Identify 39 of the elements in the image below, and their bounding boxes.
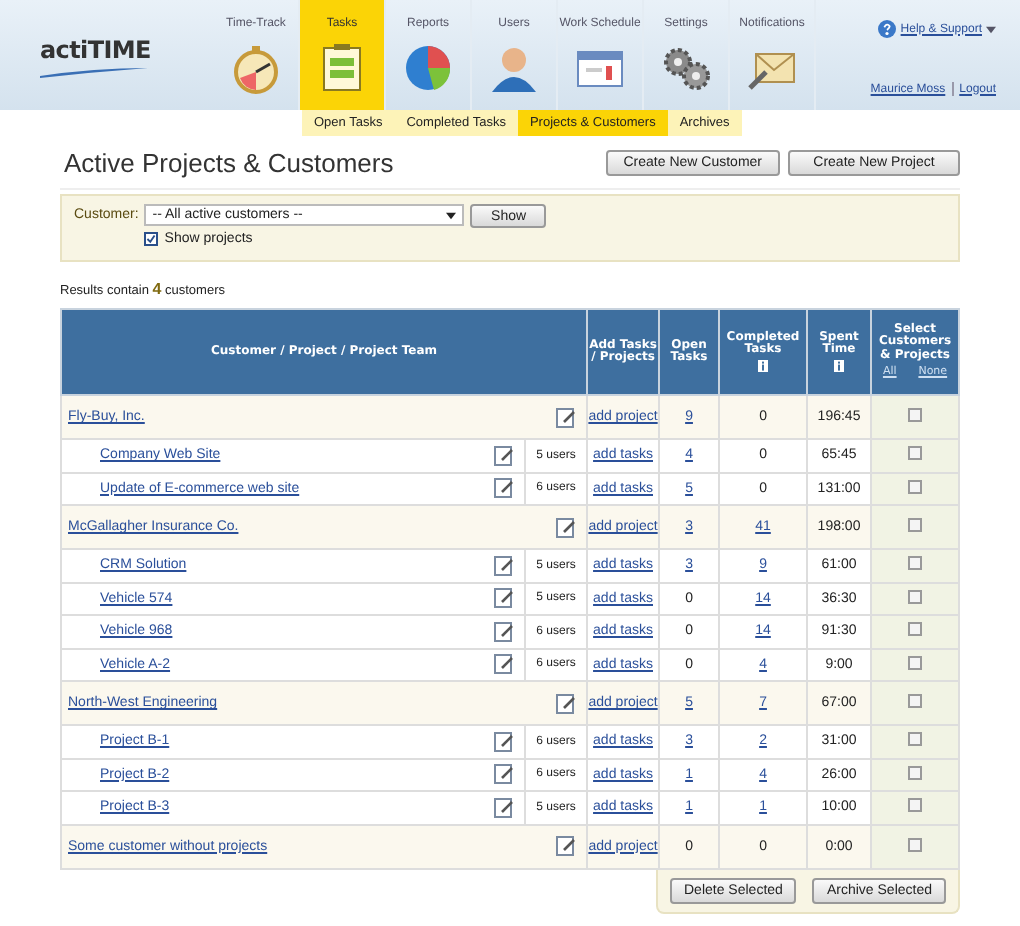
caret-icon xyxy=(986,25,996,33)
row-checkbox[interactable] xyxy=(908,479,923,494)
row-checkbox[interactable] xyxy=(908,446,923,461)
page-title: Active Projects & Customers xyxy=(62,147,394,177)
edit-icon[interactable] xyxy=(494,478,514,499)
edit-icon[interactable] xyxy=(494,764,514,785)
help-icon xyxy=(878,20,897,38)
row-checkbox[interactable] xyxy=(908,622,923,637)
row-checkbox[interactable] xyxy=(908,694,923,708)
edit-icon[interactable] xyxy=(494,654,514,675)
stopwatch-icon xyxy=(230,42,282,94)
info-icon xyxy=(834,360,845,373)
edit-icon[interactable] xyxy=(494,797,514,818)
row-checkbox[interactable] xyxy=(908,408,923,422)
row-checkbox[interactable] xyxy=(908,518,923,532)
logo-swoosh-icon xyxy=(40,66,148,78)
edit-icon[interactable] xyxy=(556,836,577,856)
edit-icon[interactable] xyxy=(556,407,577,427)
row-checkbox[interactable] xyxy=(908,655,923,670)
info-icon xyxy=(758,360,769,373)
edit-icon[interactable] xyxy=(494,445,514,466)
row-checkbox[interactable] xyxy=(908,837,923,851)
row-checkbox[interactable] xyxy=(908,556,923,571)
edit-icon[interactable] xyxy=(556,693,577,713)
pie-chart-icon xyxy=(402,42,454,94)
edit-icon[interactable] xyxy=(556,517,577,537)
row-checkbox[interactable] xyxy=(908,765,923,780)
edit-icon[interactable] xyxy=(494,555,514,576)
show-projects-checkbox[interactable] xyxy=(144,232,159,246)
logo: actiTIME xyxy=(40,36,151,64)
edit-icon[interactable] xyxy=(494,731,514,752)
person-icon xyxy=(488,42,540,94)
row-checkbox[interactable] xyxy=(908,589,923,604)
row-checkbox[interactable] xyxy=(908,798,923,813)
edit-icon[interactable] xyxy=(494,588,514,609)
edit-icon[interactable] xyxy=(494,621,514,642)
row-checkbox[interactable] xyxy=(908,732,923,747)
gears-icon xyxy=(660,42,712,94)
caret-icon xyxy=(446,211,457,219)
